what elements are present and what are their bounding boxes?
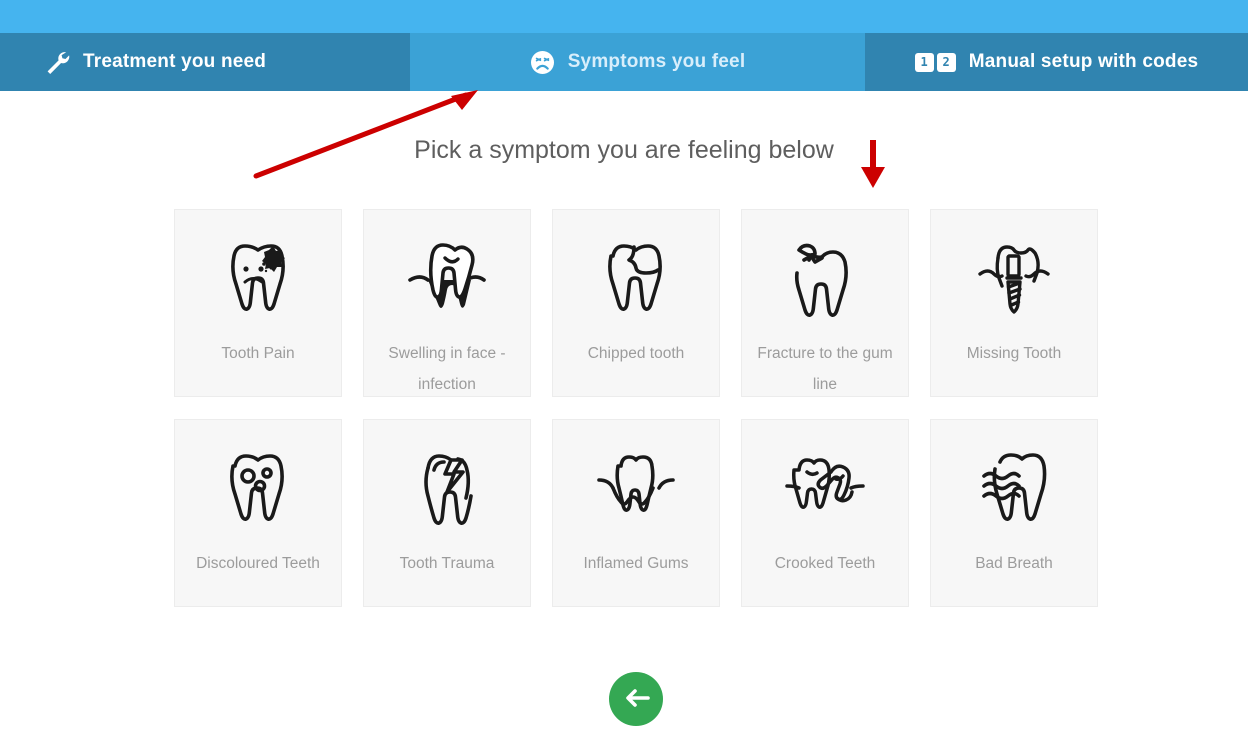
- number-boxes-icon: 1 2: [914, 52, 956, 72]
- tab-symptoms-you-feel[interactable]: Symptoms you feel: [410, 33, 865, 91]
- symptom-card-inflamed-gums[interactable]: Inflamed Gums: [552, 419, 720, 607]
- tab-label: Symptoms you feel: [567, 51, 746, 72]
- tab-bar: Treatment you need Symptoms you feel 1 2…: [0, 33, 1248, 91]
- arrow-left-icon: [622, 687, 650, 712]
- symptom-label: Bad Breath: [975, 555, 1053, 572]
- tooth-swollen-gum-icon: [404, 236, 490, 318]
- tooth-odor-waves-icon: [972, 446, 1056, 528]
- symptom-label: Fracture to the gum line: [757, 345, 893, 393]
- code-box-2: 2: [936, 52, 956, 72]
- tooth-chipped-icon: [598, 236, 674, 318]
- tooth-fracture-icon: [785, 236, 865, 318]
- tab-treatment-you-need[interactable]: Treatment you need: [0, 33, 410, 91]
- tab-label: Manual setup with codes: [968, 51, 1199, 72]
- wrench-icon: [44, 49, 70, 75]
- symptom-grid: Tooth Pain Swelling in face - infection: [174, 209, 1100, 607]
- tooth-spots-icon: [220, 446, 296, 528]
- symptom-card-fracture-to-the-gum-line[interactable]: Fracture to the gum line: [741, 209, 909, 397]
- symptom-label: Missing Tooth: [966, 345, 1062, 362]
- symptom-label: Crooked Teeth: [774, 555, 876, 572]
- symptom-label: Discoloured Teeth: [196, 555, 320, 572]
- back-button[interactable]: [609, 672, 663, 726]
- symptom-card-crooked-teeth[interactable]: Crooked Teeth: [741, 419, 909, 607]
- top-color-strip: [0, 0, 1248, 33]
- tab-label: Treatment you need: [83, 51, 267, 72]
- sad-face-icon: [530, 50, 555, 75]
- tooth-lightning-icon: [408, 446, 486, 528]
- symptom-label: Swelling in face - infection: [388, 345, 506, 393]
- code-box-1: 1: [914, 52, 934, 72]
- tooth-crooked-icon: [781, 446, 869, 528]
- symptom-label: Tooth Pain: [221, 345, 295, 362]
- symptom-label: Chipped tooth: [587, 345, 685, 362]
- app-root: Treatment you need Symptoms you feel 1 2…: [0, 0, 1248, 747]
- symptom-card-discoloured-teeth[interactable]: Discoloured Teeth: [174, 419, 342, 607]
- symptom-card-missing-tooth[interactable]: Missing Tooth: [930, 209, 1098, 397]
- symptom-card-chipped-tooth[interactable]: Chipped tooth: [552, 209, 720, 397]
- symptom-label: Inflamed Gums: [583, 555, 689, 572]
- red-arrow-diagonal: [253, 90, 478, 179]
- tooth-decay-sad-icon: [220, 236, 296, 318]
- page-title: Pick a symptom you are feeling below: [414, 136, 834, 164]
- symptom-card-tooth-pain[interactable]: Tooth Pain: [174, 209, 342, 397]
- symptom-label: Tooth Trauma: [399, 555, 495, 572]
- symptom-card-bad-breath[interactable]: Bad Breath: [930, 419, 1098, 607]
- symptom-card-tooth-trauma[interactable]: Tooth Trauma: [363, 419, 531, 607]
- tooth-gumline-icon: [593, 446, 679, 528]
- symptom-card-swelling-in-face-infection[interactable]: Swelling in face - infection: [363, 209, 531, 397]
- tooth-implant-icon: [974, 236, 1054, 318]
- tab-manual-setup-with-codes[interactable]: 1 2 Manual setup with codes: [865, 33, 1248, 91]
